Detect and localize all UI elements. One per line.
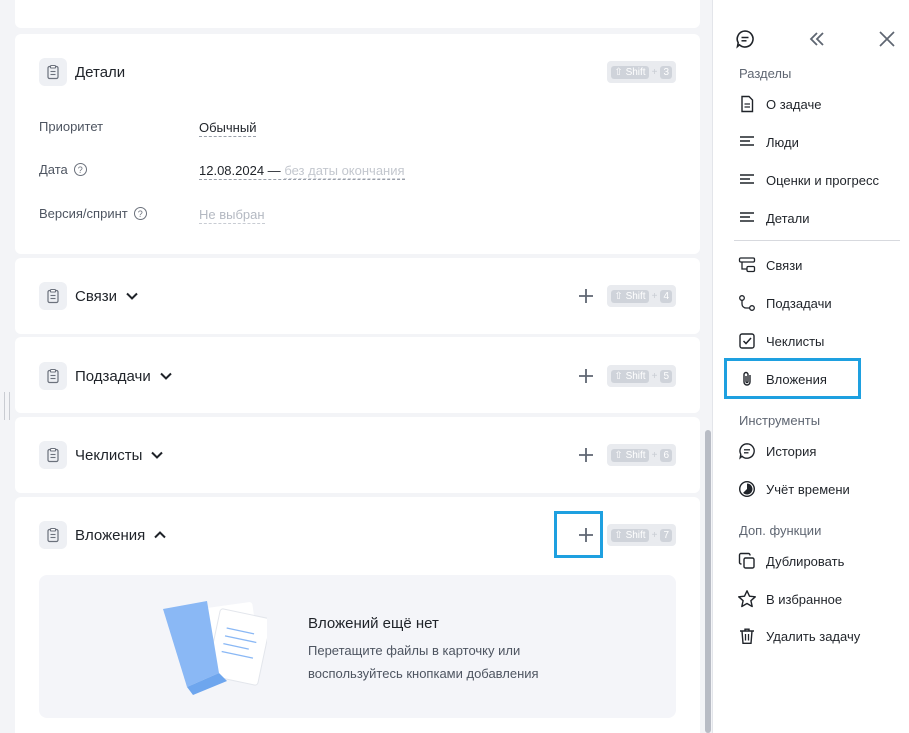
sidebar-item-estimates[interactable]: Оценки и прогресс bbox=[737, 166, 879, 194]
shortcut-hint: ⇧ Shift +7 bbox=[607, 524, 676, 546]
close-icon[interactable] bbox=[876, 28, 898, 50]
details-card: Детали ⇧ Shift +3 Приоритет Обычный Дата?… bbox=[15, 34, 700, 254]
add-checklist-button[interactable] bbox=[575, 444, 597, 466]
priority-value[interactable]: Обычный bbox=[199, 120, 257, 137]
double-chevron-left-icon[interactable] bbox=[806, 28, 828, 50]
highlight-add-attachment bbox=[554, 511, 603, 558]
sidebar: Разделы О задаче Люди Оценки и прогресс … bbox=[712, 0, 909, 733]
previous-card bbox=[15, 0, 700, 28]
section-checklists: Чеклисты ⇧ Shift +6 bbox=[15, 417, 700, 493]
lines-icon bbox=[737, 132, 757, 152]
details-title: Детали bbox=[75, 63, 126, 81]
chevron-up-icon[interactable] bbox=[153, 528, 167, 542]
attachments-illustration bbox=[163, 601, 267, 695]
document-icon bbox=[737, 94, 757, 114]
duplicate-icon bbox=[737, 551, 757, 571]
empty-title: Вложений ещё нет bbox=[308, 615, 439, 632]
sidebar-toolbar bbox=[713, 24, 909, 54]
extra-group-label: Доп. функции bbox=[739, 523, 822, 538]
sidebar-item-links[interactable]: Связи bbox=[737, 251, 802, 279]
shortcut-hint: ⇧ Shift +6 bbox=[607, 444, 676, 466]
attachments-empty-state: Вложений ещё нет Перетащите файлы в карт… bbox=[39, 575, 676, 718]
sidebar-divider bbox=[734, 240, 900, 241]
sidebar-item-checklists[interactable]: Чеклисты bbox=[737, 327, 824, 355]
clipboard-icon bbox=[39, 521, 67, 549]
lines-icon bbox=[737, 208, 757, 228]
add-link-button[interactable] bbox=[575, 285, 597, 307]
help-icon[interactable]: ? bbox=[133, 207, 147, 220]
sidebar-item-people[interactable]: Люди bbox=[737, 128, 799, 156]
section-subtasks: Подзадачи ⇧ Shift +5 bbox=[15, 337, 700, 413]
section-links: Связи ⇧ Shift +4 bbox=[15, 258, 700, 334]
section-title[interactable]: Вложения bbox=[75, 527, 145, 544]
history-icon bbox=[737, 441, 757, 461]
highlight-attachments-item bbox=[724, 358, 861, 399]
scrollbar[interactable] bbox=[705, 430, 711, 733]
sections-group-label: Разделы bbox=[739, 66, 792, 81]
time-icon bbox=[737, 479, 757, 499]
date-value[interactable]: 12.08.2024 — без даты окончания bbox=[199, 163, 405, 180]
version-label: Версия/спринт? bbox=[39, 206, 147, 221]
shortcut-hint: ⇧ Shift +5 bbox=[607, 365, 676, 387]
resize-handle[interactable] bbox=[4, 392, 10, 420]
clipboard-icon bbox=[39, 282, 67, 310]
help-icon[interactable]: ? bbox=[73, 163, 87, 176]
section-title[interactable]: Чеклисты bbox=[75, 447, 142, 464]
sidebar-item-details[interactable]: Детали bbox=[737, 204, 810, 232]
comment-icon[interactable] bbox=[734, 28, 756, 50]
date-label: Дата? bbox=[39, 162, 87, 177]
sidebar-item-subtasks[interactable]: Подзадачи bbox=[737, 289, 832, 317]
clipboard-icon bbox=[39, 58, 67, 86]
clipboard-icon bbox=[39, 362, 67, 390]
section-title[interactable]: Подзадачи bbox=[75, 368, 151, 385]
shortcut-hint: ⇧ Shift +3 bbox=[607, 61, 676, 83]
trash-icon bbox=[737, 626, 757, 646]
task-main-pane: Детали ⇧ Shift +3 Приоритет Обычный Дата?… bbox=[0, 0, 712, 733]
checkbox-icon bbox=[737, 331, 757, 351]
details-header: Детали ⇧ Shift +3 bbox=[39, 56, 676, 88]
chevron-down-icon[interactable] bbox=[125, 289, 139, 303]
section-title[interactable]: Связи bbox=[75, 288, 117, 305]
sidebar-item-time-tracking[interactable]: Учёт времени bbox=[737, 475, 850, 503]
shortcut-hint: ⇧ Shift +4 bbox=[607, 285, 676, 307]
sidebar-item-history[interactable]: История bbox=[737, 437, 816, 465]
version-value[interactable]: Не выбран bbox=[199, 207, 265, 224]
empty-description: Перетащите файлы в карточку или воспольз… bbox=[308, 643, 539, 681]
chevron-down-icon[interactable] bbox=[159, 369, 173, 383]
chevron-down-icon[interactable] bbox=[150, 448, 164, 462]
end-date-placeholder[interactable]: без даты окончания bbox=[284, 163, 405, 179]
tools-group-label: Инструменты bbox=[739, 413, 821, 428]
subtasks-icon bbox=[737, 293, 757, 313]
add-subtask-button[interactable] bbox=[575, 365, 597, 387]
links-icon bbox=[737, 255, 757, 275]
clipboard-icon bbox=[39, 441, 67, 469]
sidebar-item-delete[interactable]: Удалить задачу bbox=[737, 622, 860, 650]
sidebar-item-favorite[interactable]: В избранное bbox=[737, 585, 842, 613]
lines-icon bbox=[737, 170, 757, 190]
sidebar-item-duplicate[interactable]: Дублировать bbox=[737, 547, 844, 575]
star-icon bbox=[737, 589, 757, 609]
sidebar-item-about[interactable]: О задаче bbox=[737, 90, 821, 118]
priority-label: Приоритет bbox=[39, 119, 104, 134]
